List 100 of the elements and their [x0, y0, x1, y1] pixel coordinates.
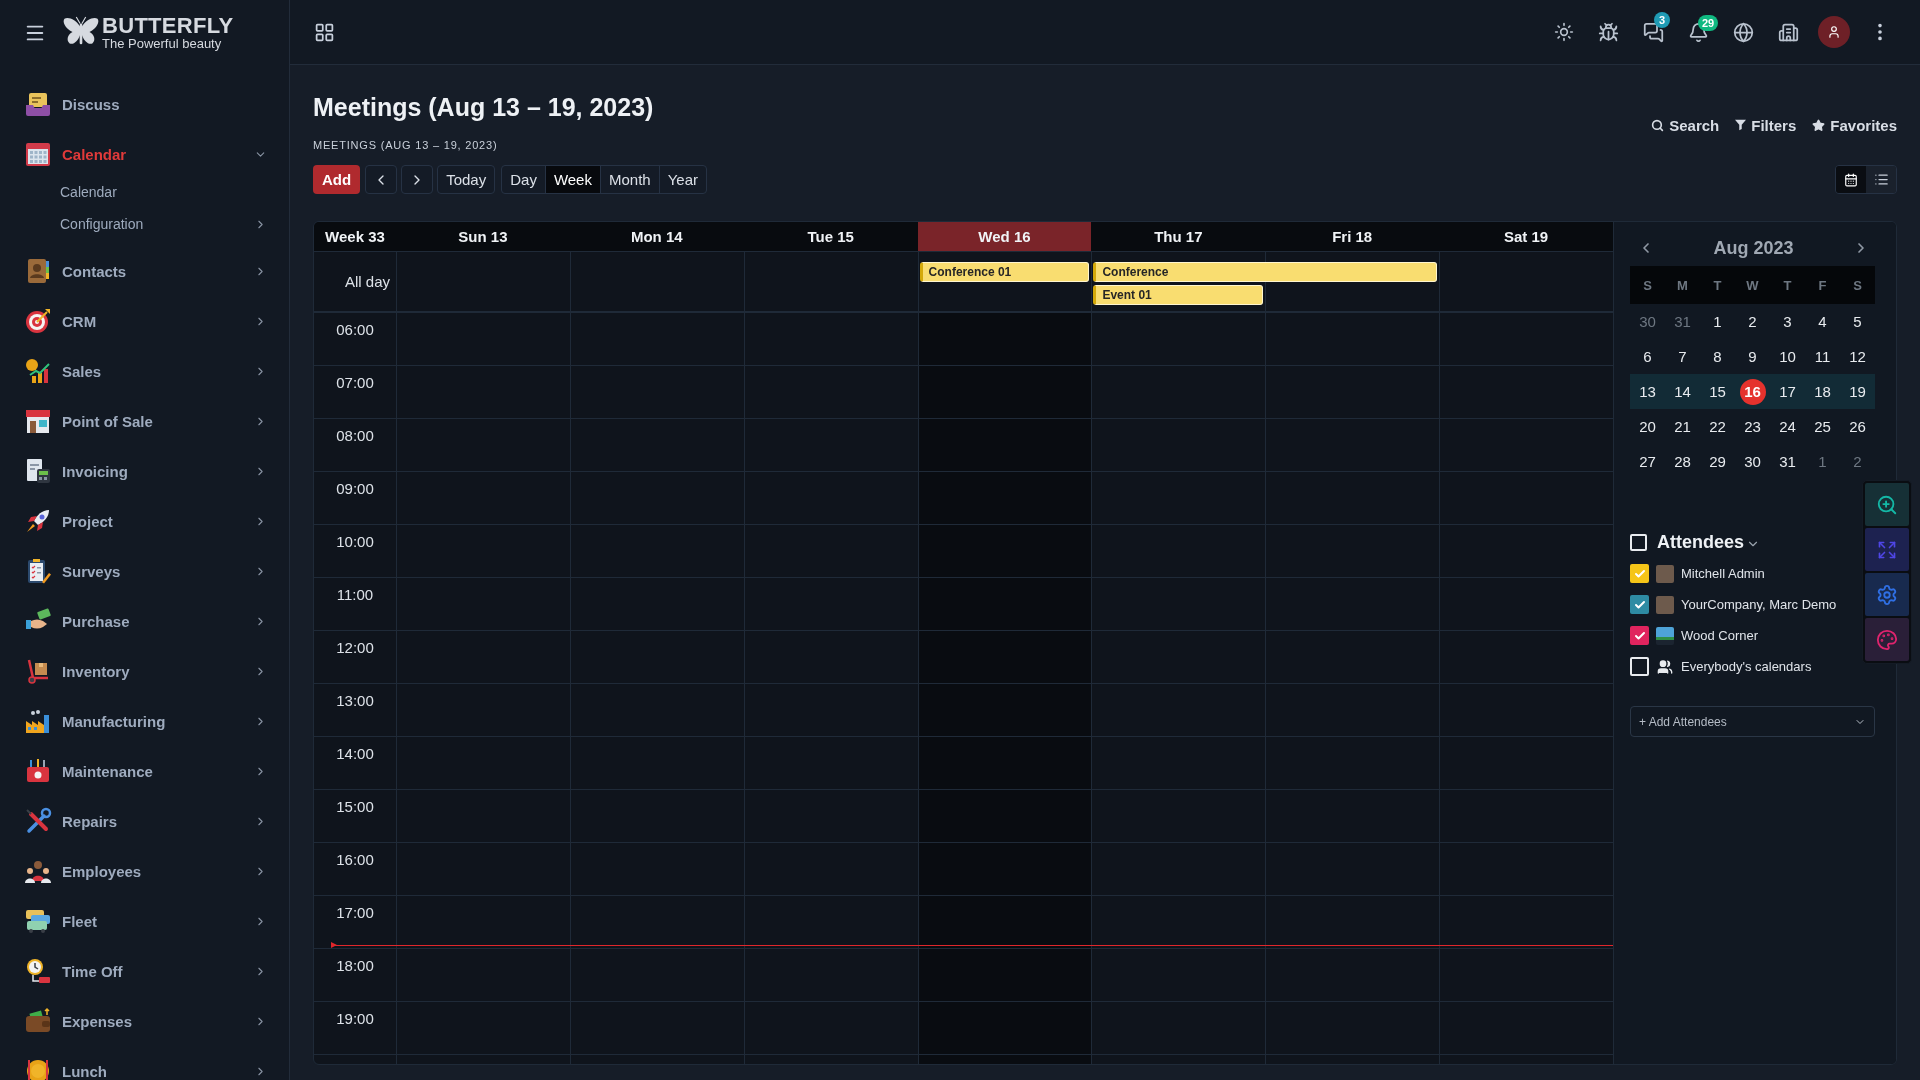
user-avatar-button[interactable] — [1818, 16, 1850, 48]
calendar-day[interactable]: 25 — [1805, 409, 1840, 444]
wallet-icon — [24, 1007, 52, 1035]
day-header: Sat 19 — [1502, 227, 1550, 247]
calendar-day[interactable]: 31 — [1770, 444, 1805, 479]
calendar-day[interactable]: 7 — [1665, 339, 1700, 374]
calendar-view-button[interactable] — [1836, 166, 1866, 193]
calendar-day[interactable]: 29 — [1700, 444, 1735, 479]
sidebar-item[interactable]: Repairs — [0, 796, 289, 846]
calendar-day[interactable]: 1 — [1805, 444, 1840, 479]
calendar-day[interactable]: 19 — [1840, 374, 1875, 409]
bug-icon[interactable] — [1598, 21, 1619, 43]
calendar-icon — [24, 140, 52, 168]
sidebar-item[interactable]: Manufacturing — [0, 696, 289, 746]
sun-icon[interactable] — [1553, 22, 1574, 42]
sidebar-item[interactable]: Discuss — [0, 79, 289, 129]
sidebar-item[interactable]: Expenses — [0, 996, 289, 1046]
sidebar-item[interactable]: Contacts — [0, 246, 289, 296]
calendar-day[interactable]: 2 — [1840, 444, 1875, 479]
globe-icon[interactable] — [1733, 21, 1754, 43]
sidebar-item[interactable]: CRM — [0, 296, 289, 346]
calendar-day[interactable]: 21 — [1665, 409, 1700, 444]
settings-icon — [1876, 583, 1898, 606]
sidebar-item[interactable]: Invoicing — [0, 446, 289, 496]
sidebar-item[interactable]: Surveys — [0, 546, 289, 596]
event-chip[interactable]: Event 01 — [1093, 285, 1264, 305]
favorites-button[interactable]: Favorites — [1812, 116, 1897, 134]
sidebar-item[interactable]: Point of Sale — [0, 396, 289, 446]
sidebar-item[interactable]: Time Off — [0, 946, 289, 996]
sidebar-item[interactable]: Calendar — [0, 129, 289, 179]
sidebar-item[interactable]: Fleet — [0, 896, 289, 946]
calendar-day[interactable]: 23 — [1735, 409, 1770, 444]
growth-chart-icon — [24, 357, 52, 385]
scale-tab[interactable]: Month — [600, 166, 660, 193]
calendar-day[interactable]: 4 — [1805, 304, 1840, 339]
today-button[interactable]: Today — [437, 165, 496, 194]
sidebar-item[interactable]: Sales — [0, 346, 289, 396]
calendar-day[interactable]: 9 — [1735, 339, 1770, 374]
week-number: Week 33 — [324, 227, 386, 247]
calendar-day[interactable]: 12 — [1840, 339, 1875, 374]
calendar-day[interactable]: 28 — [1665, 444, 1700, 479]
calendar-day[interactable]: 2 — [1735, 304, 1770, 339]
settings-button[interactable] — [1865, 573, 1909, 616]
invoice-icon — [24, 457, 52, 485]
building-icon[interactable] — [1778, 21, 1799, 43]
calendar-day[interactable]: 15 — [1700, 374, 1735, 409]
calendar-day[interactable]: 10 — [1770, 339, 1805, 374]
calendar-day[interactable]: 3 — [1770, 304, 1805, 339]
calendar-day[interactable]: 13 — [1630, 374, 1665, 409]
calendar-day[interactable]: 17 — [1770, 374, 1805, 409]
previous-button[interactable] — [365, 165, 398, 194]
add-button[interactable]: Add — [313, 165, 361, 194]
weekday-label: T — [1712, 276, 1723, 295]
calendar-day[interactable]: 11 — [1805, 339, 1840, 374]
scale-tab[interactable]: Week — [545, 166, 601, 193]
brand-tagline: The Powerful beauty — [102, 36, 223, 51]
calendar-day[interactable]: 31 — [1665, 304, 1700, 339]
calendar-day[interactable]: 1 — [1700, 304, 1735, 339]
month-title: Aug 2023 — [1713, 237, 1794, 259]
filters-button[interactable]: Filters — [1735, 116, 1797, 134]
attendee-checkbox[interactable] — [1630, 626, 1649, 645]
calendar-day[interactable]: 20 — [1630, 409, 1665, 444]
attendee-checkbox[interactable] — [1630, 595, 1649, 614]
search-button[interactable]: Search — [1651, 116, 1720, 134]
person-icon — [1827, 25, 1841, 39]
sidebar-item[interactable]: Inventory — [0, 646, 289, 696]
calendar-day[interactable]: 30 — [1630, 304, 1665, 339]
day-header: Thu 17 — [1153, 227, 1204, 247]
sidebar-item[interactable]: Purchase — [0, 596, 289, 646]
select-all-checkbox[interactable] — [1630, 533, 1647, 551]
zoom-in-button[interactable] — [1865, 483, 1909, 526]
event-chip[interactable]: Conference — [1093, 262, 1438, 282]
calendar-day[interactable]: 5 — [1840, 304, 1875, 339]
calendar-day[interactable]: 24 — [1770, 409, 1805, 444]
next-button[interactable] — [401, 165, 434, 194]
sidebar-item[interactable]: Maintenance — [0, 746, 289, 796]
check-icon — [1633, 629, 1646, 642]
calendar-icon — [1844, 172, 1858, 187]
calendar-day[interactable]: 8 — [1700, 339, 1735, 374]
calendar-day[interactable]: 18 — [1805, 374, 1840, 409]
calendar-day[interactable]: 27 — [1630, 444, 1665, 479]
sidebar-item[interactable]: Lunch — [0, 1046, 289, 1080]
sidebar-item[interactable]: Employees — [0, 846, 289, 896]
event-chip[interactable]: Conference 01 — [919, 262, 1090, 282]
calendar-day[interactable]: 16 — [1739, 378, 1766, 405]
sidebar-item[interactable]: Project — [0, 496, 289, 546]
sidebar-subitem[interactable]: Configuration — [0, 208, 289, 240]
palette-button[interactable] — [1865, 618, 1909, 661]
calendar-day[interactable]: 26 — [1840, 409, 1875, 444]
attendee-checkbox[interactable] — [1630, 564, 1649, 583]
calendar-day[interactable]: 6 — [1630, 339, 1665, 374]
add-attendees-select[interactable]: + Add Attendees — [1630, 706, 1875, 737]
calendar-day[interactable]: 30 — [1735, 444, 1770, 479]
calendar-day[interactable]: 14 — [1665, 374, 1700, 409]
scale-tab[interactable]: Year — [659, 166, 706, 193]
sidebar-subitem[interactable]: Calendar — [0, 176, 289, 208]
calendar-day[interactable]: 22 — [1700, 409, 1735, 444]
scale-tab[interactable]: Day — [502, 166, 546, 193]
list-view-button[interactable] — [1866, 166, 1896, 193]
apps-grid-icon[interactable] — [314, 21, 335, 43]
